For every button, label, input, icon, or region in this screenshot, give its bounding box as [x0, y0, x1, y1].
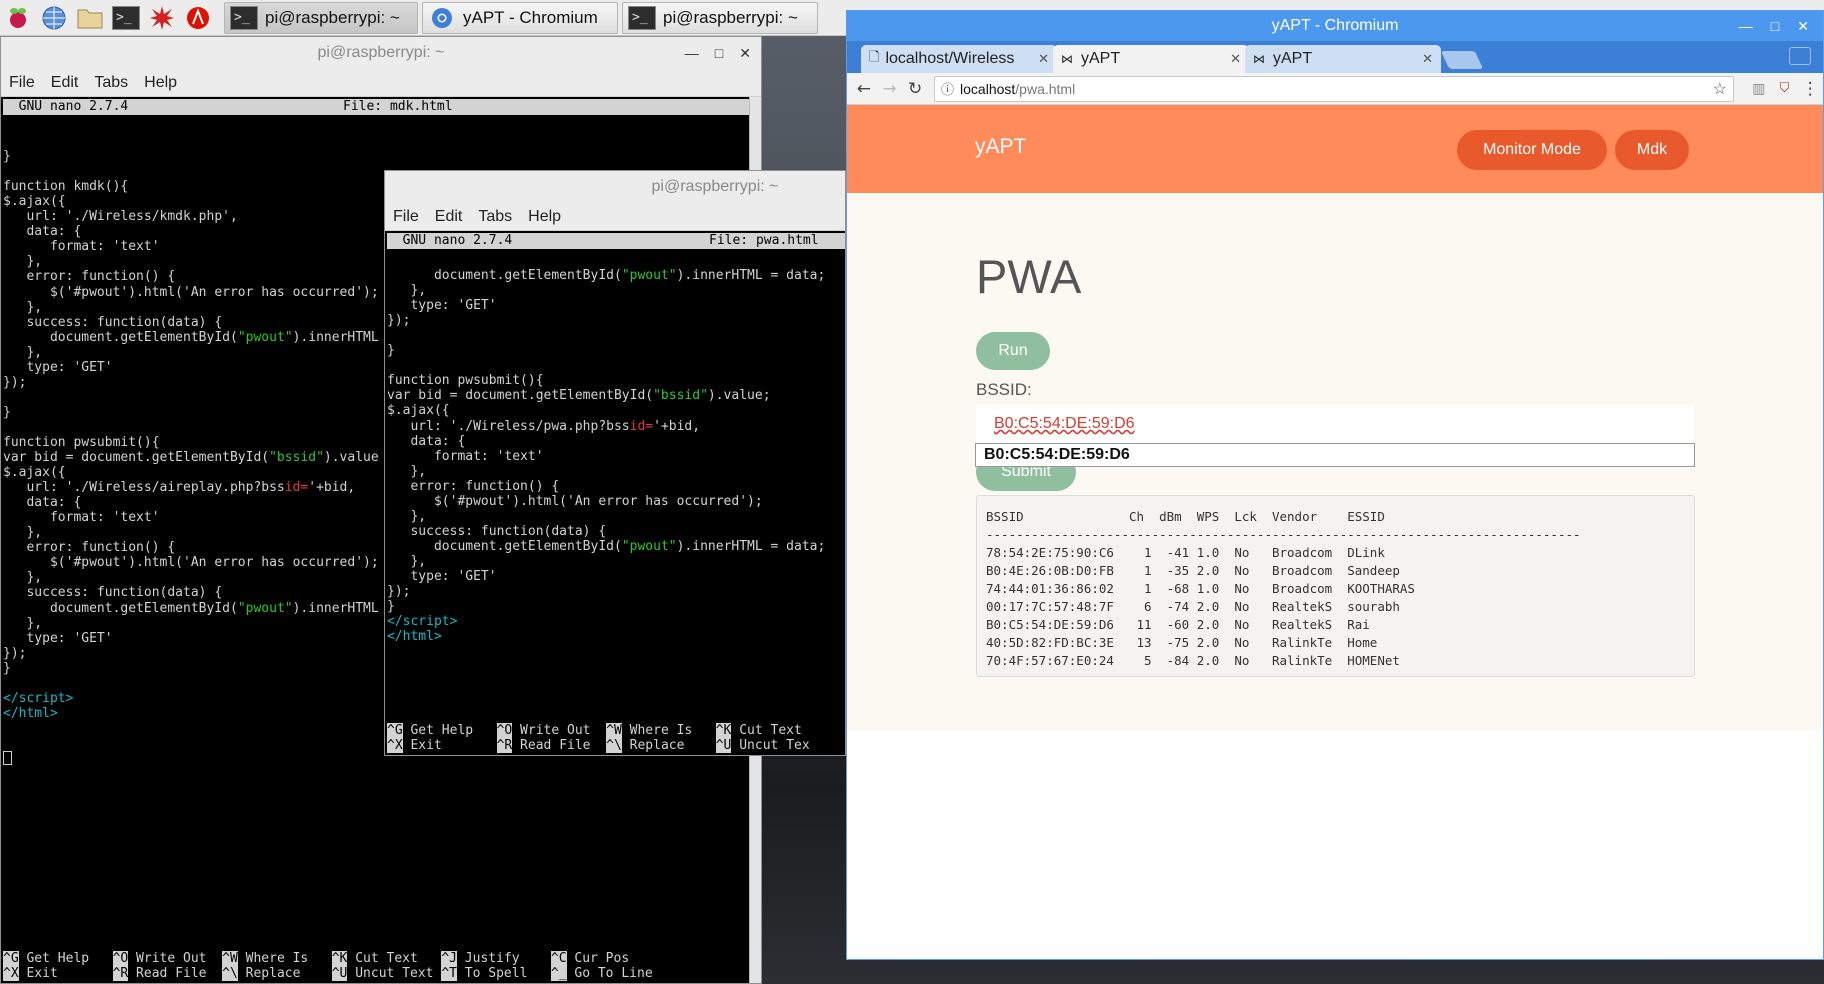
tab-wireless[interactable]: 🗋 localhost/Wireless ✕	[861, 45, 1057, 73]
close-icon[interactable]: ✕	[739, 45, 751, 62]
tab-yapt-active[interactable]: ⋈ yAPT ✕	[1053, 45, 1249, 73]
nano-version: GNU nano 2.7.4	[387, 233, 513, 248]
address-bar[interactable]: ⓘ localhost/pwa.html ☆	[934, 75, 1735, 102]
nano-shortcuts: ^G Get Help ^O Write Out ^W Where Is ^K …	[387, 723, 810, 753]
close-icon[interactable]: ✕	[1422, 51, 1433, 67]
bssid-input[interactable]: B0:C5:54:DE:59:D6	[976, 405, 1694, 443]
taskbar-window-label: pi@raspberrypi: ~	[265, 7, 400, 27]
browser-toolbar: ← → ↻ ⓘ localhost/pwa.html ☆ ▥ ⛉ ⋮	[847, 73, 1823, 105]
terminal-window-pwa[interactable]: pi@raspberrypi: ~ File Edit Tabs Help GN…	[384, 170, 846, 756]
terminal-menubar: File Edit Tabs Help	[1, 69, 761, 97]
site-main: PWA Run BSSID: B0:C5:54:DE:59:D6 B0:C5:5…	[847, 193, 1823, 731]
taskbar-window-label: pi@raspberrypi: ~	[663, 7, 798, 27]
chromium-icon	[427, 5, 457, 31]
wolfram-icon[interactable]	[180, 2, 216, 34]
nano-shortcuts: ^G Get Help ^O Write Out ^W Where Is ^K …	[3, 951, 653, 981]
folder-icon[interactable]	[72, 2, 108, 34]
reload-icon[interactable]: ↻	[902, 79, 928, 99]
site-header: yAPT Monitor Mode Mdk	[847, 105, 1823, 193]
terminal-titlebar[interactable]: pi@raspberrypi: ~ — □ ✕	[1, 37, 761, 69]
new-tab-button[interactable]	[1440, 51, 1484, 69]
nano-filename: File: mdk.html	[343, 99, 453, 114]
result-row: 78:54:2E:75:90:C6 1 -41 1.0 No Broadcom …	[986, 545, 1423, 560]
forward-icon[interactable]: →	[877, 79, 903, 99]
tab-yapt[interactable]: ⋈ yAPT ✕	[1245, 45, 1441, 73]
menu-help[interactable]: Help	[520, 208, 569, 226]
result-row: 40:5D:82:FD:BC:3E 13 -75 2.0 No RalinkTe…	[986, 635, 1423, 650]
nano-filename: File: pwa.html	[709, 233, 819, 248]
menu-help[interactable]: Help	[136, 74, 185, 92]
autocomplete-suggestion[interactable]: B0:C5:54:DE:59:D6	[975, 443, 1695, 467]
result-row: 70:4F:57:67:E0:24 5 -84 2.0 No RalinkTe …	[986, 653, 1423, 668]
tab-label: yAPT	[1081, 50, 1121, 67]
taskbar-window-terminal-1[interactable]: >_ pi@raspberrypi: ~	[224, 1, 418, 34]
maximize-icon[interactable]: □	[715, 45, 723, 61]
terminal-menubar: File Edit Tabs Help	[385, 203, 845, 231]
page-icon: 🗋	[869, 49, 880, 64]
page-title: PWA	[976, 250, 1082, 303]
star-icon[interactable]: ☆	[1713, 79, 1727, 99]
nano-header: GNU nano 2.7.4 File: mdk.html	[3, 99, 749, 115]
result-row: 00:17:7C:57:48:7F 6 -74 2.0 No RealtekS …	[986, 599, 1423, 614]
terminal-icon: >_	[229, 5, 259, 31]
globe-icon[interactable]	[36, 2, 72, 34]
run-button[interactable]: Run	[976, 332, 1050, 370]
results-header: BSSID Ch dBm WPS Lck Vendor ESSID	[986, 509, 1423, 524]
chromium-titlebar[interactable]: yAPT - Chromium — □ ✕	[847, 11, 1823, 41]
maximize-icon[interactable]: □	[1771, 18, 1779, 34]
chromium-window[interactable]: yAPT - Chromium — □ ✕ 🗋 localhost/Wirele…	[846, 10, 1824, 960]
monitor-mode-button[interactable]: Monitor Mode	[1457, 130, 1607, 170]
bowtie-icon: ⋈	[1253, 52, 1265, 66]
window-title: yAPT - Chromium	[1271, 17, 1399, 34]
results-separator: ----------------------------------------…	[986, 527, 1581, 542]
tab-label: localhost/Wireless	[885, 50, 1015, 67]
menu-file[interactable]: File	[385, 208, 427, 226]
ublock-icon[interactable]: ⛉	[1772, 81, 1798, 96]
terminal-icon[interactable]: >_	[108, 2, 144, 34]
menu-edit[interactable]: Edit	[427, 208, 471, 226]
site-brand[interactable]: yAPT	[975, 135, 1026, 159]
taskbar-window-label: yAPT - Chromium	[463, 7, 598, 27]
mdk-button[interactable]: Mdk	[1615, 130, 1689, 170]
window-title: pi@raspberrypi: ~	[651, 178, 779, 195]
raspberry-menu-icon[interactable]	[0, 2, 36, 34]
tab-label: yAPT	[1273, 50, 1313, 67]
result-row: 74:44:01:36:86:02 1 -68 1.0 No Broadcom …	[986, 581, 1423, 596]
close-icon[interactable]: ✕	[1230, 51, 1241, 67]
minimize-icon[interactable]: —	[685, 45, 699, 61]
menu-tabs[interactable]: Tabs	[470, 208, 520, 226]
profile-icon[interactable]	[1789, 47, 1811, 65]
terminal-titlebar[interactable]: pi@raspberrypi: ~	[385, 171, 845, 203]
nano-header: GNU nano 2.7.4 File: pwa.html	[387, 233, 845, 249]
window-title: pi@raspberrypi: ~	[317, 44, 445, 61]
menu-file[interactable]: File	[1, 74, 43, 92]
page-viewport[interactable]: yAPT Monitor Mode Mdk PWA Run BSSID: B0:…	[847, 105, 1823, 959]
menu-edit[interactable]: Edit	[43, 74, 87, 92]
url-path: /pwa.html	[1015, 80, 1076, 97]
taskbar-window-terminal-2[interactable]: >_ pi@raspberrypi: ~	[622, 1, 818, 34]
scan-results: BSSID Ch dBm WPS Lck Vendor ESSID ------…	[976, 495, 1695, 677]
burst-icon[interactable]	[144, 2, 180, 34]
bssid-label: BSSID:	[976, 380, 1032, 399]
result-row: B0:C5:54:DE:59:D6 11 -60 2.0 No RealtekS…	[986, 617, 1423, 632]
menu-tabs[interactable]: Tabs	[86, 74, 136, 92]
page-footer-area	[847, 731, 1823, 959]
extension-icon[interactable]: ▥	[1746, 81, 1772, 97]
terminal-icon: >_	[627, 5, 657, 31]
info-icon[interactable]: ⓘ	[941, 79, 954, 98]
nano-version: GNU nano 2.7.4	[3, 99, 129, 114]
taskbar-window-chromium[interactable]: yAPT - Chromium	[422, 1, 618, 34]
result-row: B0:4E:26:0B:D0:FB 1 -35 2.0 No Broadcom …	[986, 563, 1423, 578]
url-host: localhost	[960, 80, 1016, 97]
menu-icon[interactable]: ⋮	[1797, 79, 1823, 99]
code-editor[interactable]: document.getElementById("pwout").innerHT…	[385, 249, 845, 644]
minimize-icon[interactable]: —	[1739, 18, 1753, 34]
close-icon[interactable]: ✕	[1038, 51, 1049, 67]
tab-strip: 🗋 localhost/Wireless ✕ ⋈ yAPT ✕ ⋈ yAPT ✕	[847, 41, 1823, 73]
back-icon[interactable]: ←	[851, 79, 877, 99]
close-icon[interactable]: ✕	[1797, 18, 1809, 35]
bowtie-icon: ⋈	[1061, 52, 1073, 66]
